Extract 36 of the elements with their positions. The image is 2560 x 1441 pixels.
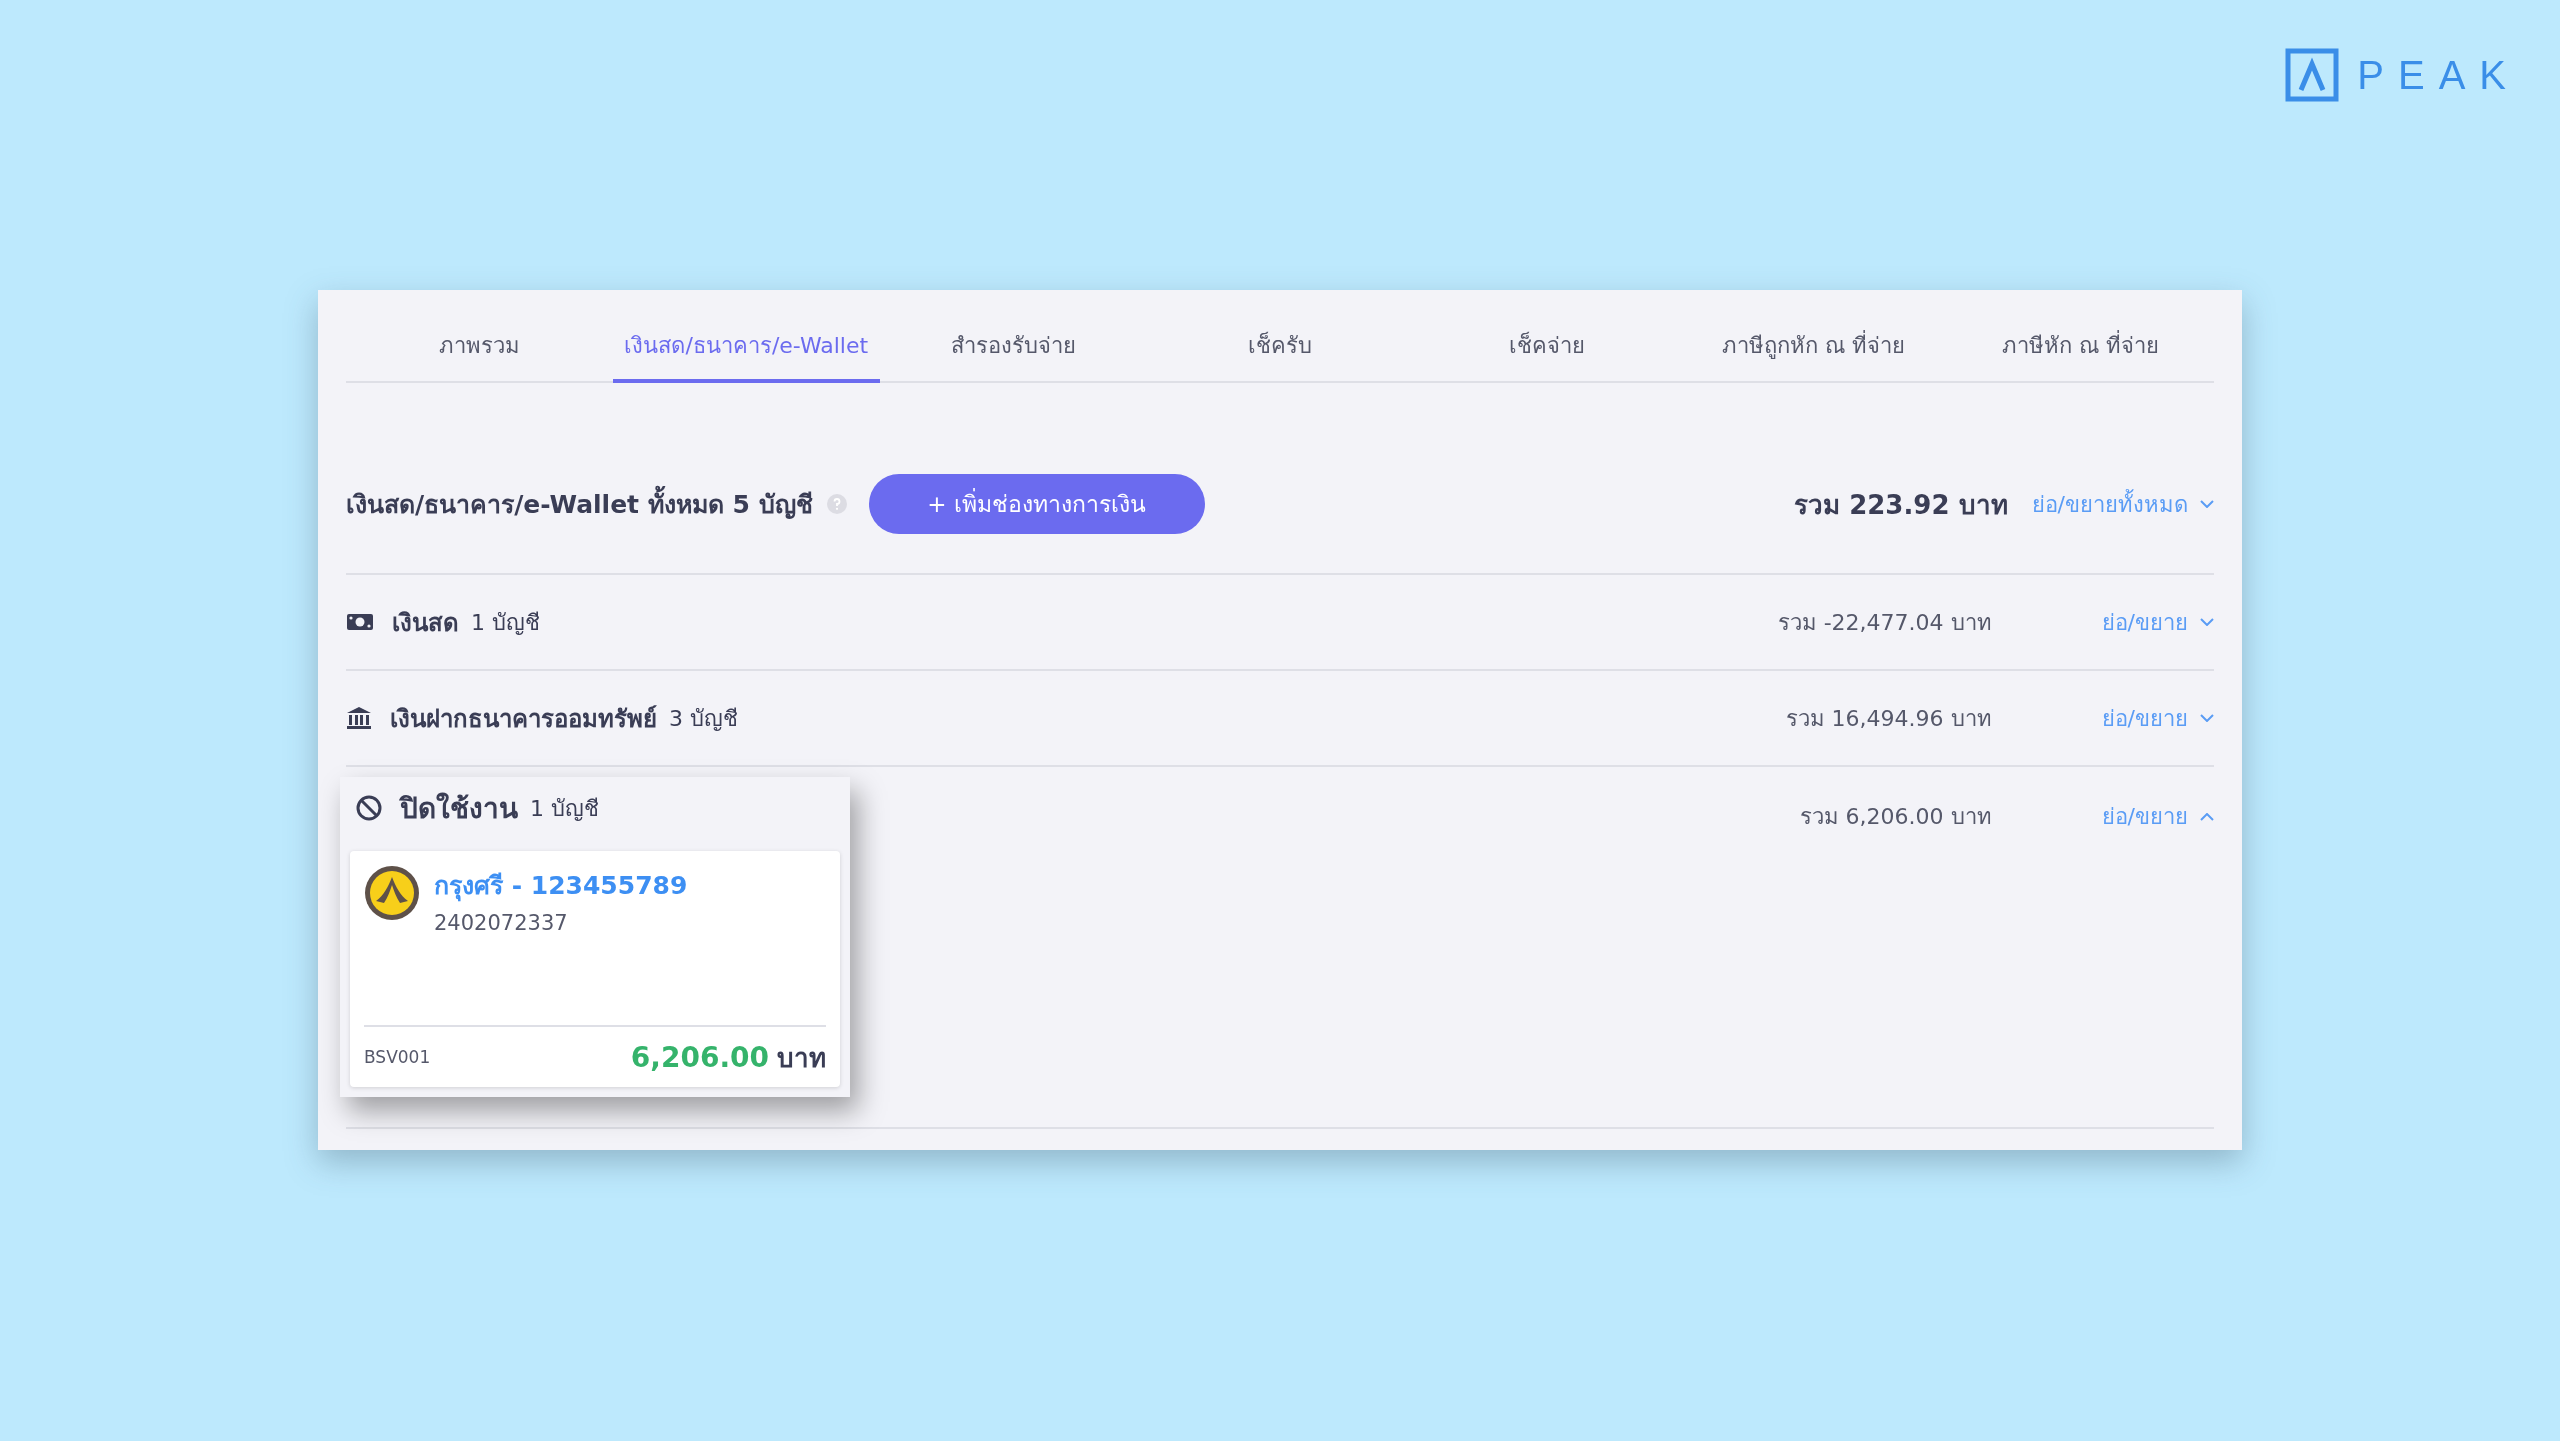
chevron-down-icon — [2200, 500, 2214, 508]
chevron-up-icon — [2200, 812, 2214, 821]
account-count: 3 บัญชี — [669, 704, 738, 733]
account-code: BSV001 — [364, 1047, 431, 1067]
account-count: 1 บัญชี — [530, 794, 599, 823]
summary-title: เงินสด/ธนาคาร/e-Wallet ทั้งหมด 5 บัญชี — [346, 484, 813, 524]
group-total: รวม 6,206.00 บาท — [1799, 803, 1992, 831]
chevron-down-icon — [2200, 714, 2214, 722]
account-count: 1 บัญชี — [471, 608, 540, 637]
logo-text: PEAK — [2357, 52, 2520, 98]
group-total: รวม -22,477.04 บาท — [1777, 608, 1992, 637]
help-icon[interactable] — [826, 494, 847, 514]
group-total: รวม 16,494.96 บาท — [1785, 704, 1992, 733]
disabled-icon — [356, 795, 382, 821]
currency-label: บาท — [777, 1041, 826, 1075]
account-number: 2402072337 — [434, 911, 569, 935]
tab[interactable]: ภาพรวม — [346, 328, 613, 383]
tab[interactable]: เช็คจ่าย — [1413, 328, 1681, 383]
add-channel-button[interactable]: + เพิ่มช่องทางการเงิน — [868, 474, 1205, 534]
summary-total: รวม 223.92 บาท — [1794, 488, 2008, 522]
tab[interactable]: สำรองรับจ่าย — [879, 328, 1147, 383]
chevron-down-icon — [2200, 618, 2214, 626]
logo-icon — [2285, 48, 2340, 102]
group-name: ปิดใช้งาน — [400, 791, 518, 827]
bank-emblem-icon — [364, 865, 420, 921]
account-amount: 6,206.00 — [630, 1040, 769, 1074]
tab[interactable]: เช็ครับ — [1146, 328, 1414, 383]
account-name[interactable]: กรุงศรี - 123455789 — [434, 865, 688, 905]
group-name: เงินสด — [392, 607, 459, 639]
cash-icon — [346, 612, 374, 632]
bank-icon — [346, 706, 372, 730]
account-card[interactable]: กรุงศรี - 123455789 2402072337 BSV001 6,206.00 บาท — [350, 851, 840, 1087]
tab[interactable]: ภาษีถูกหัก ณ ที่จ่าย — [1680, 328, 1948, 383]
tab[interactable]: เงินสด/ธนาคาร/e-Wallet — [612, 328, 880, 383]
tab[interactable]: ภาษีหัก ณ ที่จ่าย — [1947, 328, 2214, 383]
group-name: เงินฝากธนาคารออมทรัพย์ — [390, 703, 657, 735]
